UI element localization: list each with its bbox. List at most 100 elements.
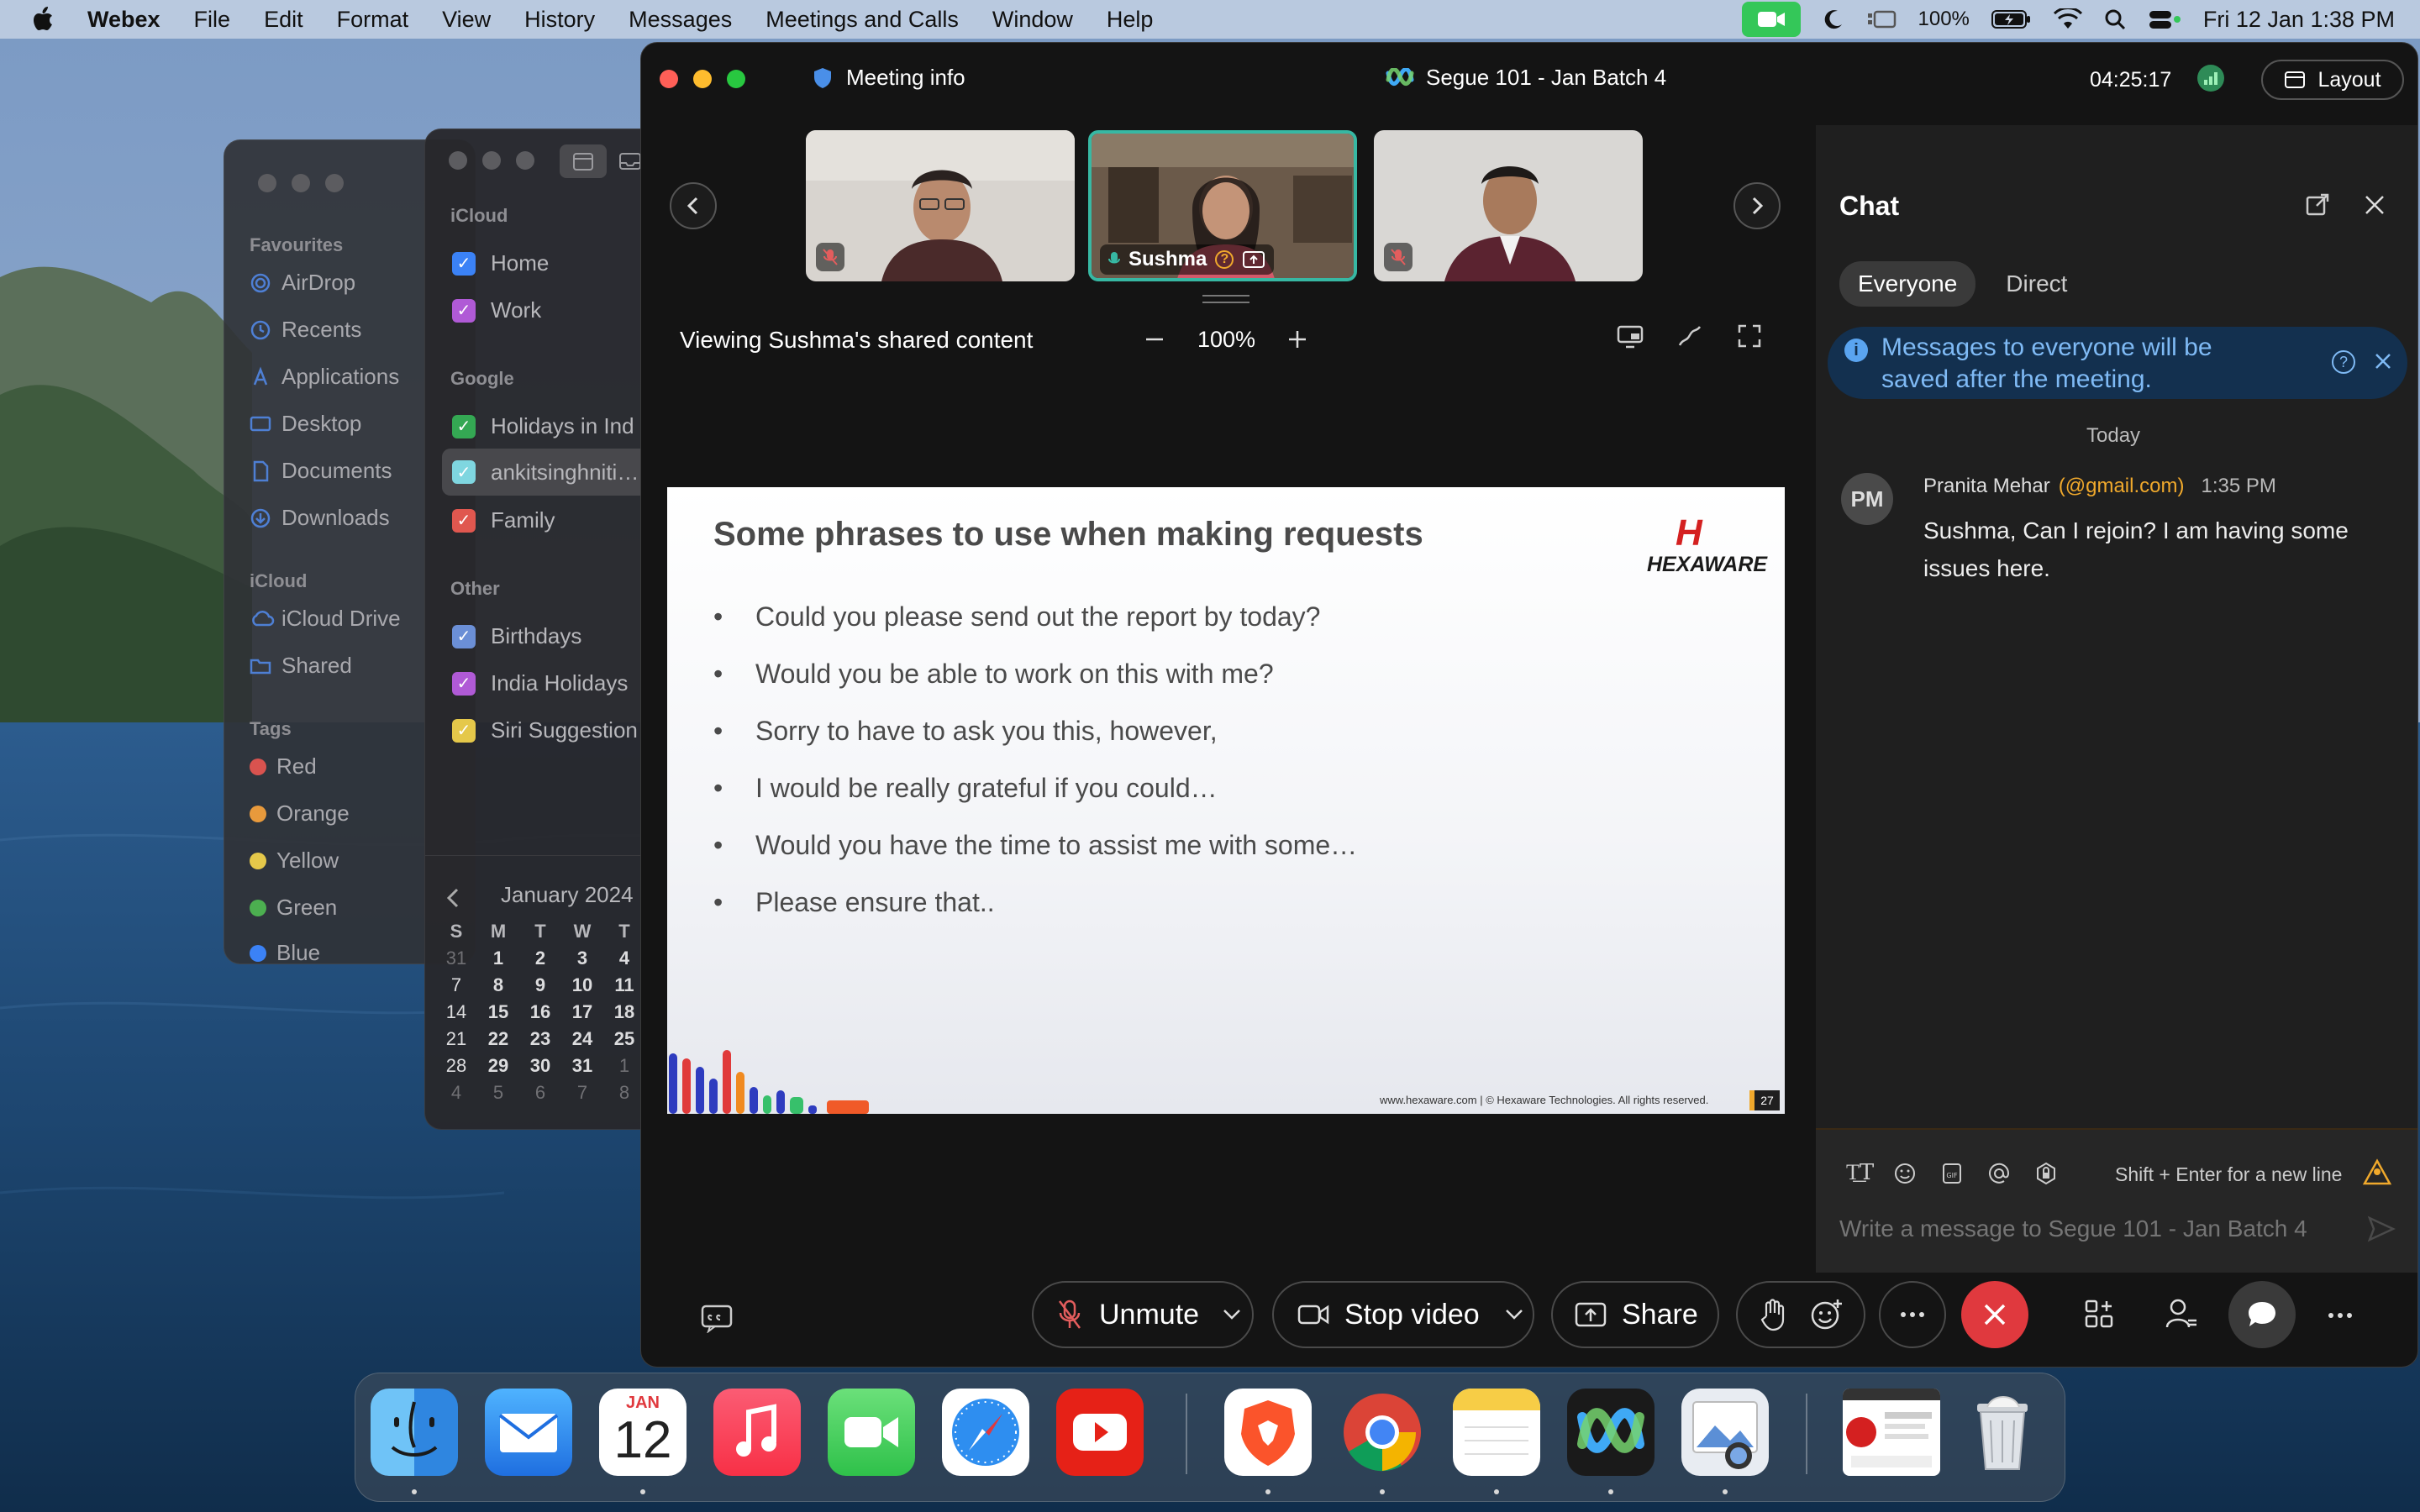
leave-meeting-button[interactable] [1961,1281,2028,1348]
checkbox-checked-icon[interactable]: ✓ [452,298,476,323]
mini-calendar-day[interactable]: 24 [561,1028,603,1050]
close-button[interactable] [449,151,467,170]
stop-video-button[interactable]: Stop video [1272,1281,1534,1348]
menu-file[interactable]: File [177,7,248,33]
menu-history[interactable]: History [508,7,612,33]
checkbox-checked-icon[interactable]: ✓ [452,508,476,533]
menu-window[interactable]: Window [976,7,1090,33]
finder-item-applications[interactable]: Applications [250,364,399,390]
checkbox-checked-icon[interactable]: ✓ [452,460,476,484]
unmute-button[interactable]: Unmute [1032,1281,1254,1348]
mini-calendar-day[interactable]: 31 [561,1055,603,1077]
menu-help[interactable]: Help [1090,7,1171,33]
trash-icon[interactable] [1959,1389,2046,1476]
next-participants-button[interactable] [1733,182,1781,229]
zoom-button[interactable] [325,174,344,192]
calendar-item-siri-suggestions[interactable]: ✓ Siri Suggestion [452,717,638,743]
mini-calendar-day[interactable]: 2 [519,948,561,969]
mini-calendar-day[interactable]: 7 [561,1082,603,1104]
control-center-icon[interactable] [2148,8,2181,30]
mini-calendar-day[interactable]: 25 [603,1028,645,1050]
menu-meetings-and-calls[interactable]: Meetings and Calls [749,7,976,33]
mini-calendar-day[interactable]: 30 [519,1055,561,1077]
close-button[interactable] [258,174,276,192]
private-message-icon[interactable] [2034,1162,2058,1185]
finder-app-icon[interactable] [371,1389,458,1476]
minimize-button[interactable] [292,174,310,192]
participant-video-tile[interactable] [1374,130,1643,281]
chevron-down-icon[interactable] [1505,1309,1523,1320]
resize-handle[interactable] [1202,295,1249,303]
tab-direct[interactable]: Direct [1987,261,2086,307]
calendar-item-family[interactable]: ✓ Family [452,507,555,533]
menubar-clock[interactable]: Fri 12 Jan 1:38 PM [2203,7,2395,33]
chat-message[interactable]: PM Pranita Mehar (@gmail.com) 1:35 PM Su… [1816,470,2417,596]
help-icon[interactable]: ? [2332,350,2355,374]
layout-button[interactable]: Layout [2261,60,2404,100]
finder-item-desktop[interactable]: Desktop [250,411,361,437]
participant-video-tile-active[interactable]: Sushma ? [1088,130,1357,281]
mini-calendar-day[interactable]: 18 [603,1001,645,1023]
close-chat-icon[interactable] [2364,194,2386,216]
chevron-down-icon[interactable] [1223,1309,1241,1320]
mini-calendar-day[interactable]: 1 [603,1055,645,1077]
mini-calendar-day[interactable]: 23 [519,1028,561,1050]
notes-app-icon[interactable] [1453,1389,1540,1476]
finder-tag-green[interactable]: Green [250,895,337,921]
mini-calendar-day[interactable]: 16 [519,1001,561,1023]
share-button[interactable]: Share [1551,1281,1719,1348]
calendar-item-holidays-india[interactable]: ✓ Holidays in Ind [452,413,634,439]
mini-calendar-day[interactable]: 17 [561,1001,603,1023]
close-button[interactable] [660,70,678,88]
mini-calendar-day[interactable]: 5 [477,1082,519,1104]
mini-calendar-day[interactable]: 11 [603,974,645,996]
meeting-info-button[interactable]: Meeting info [813,65,965,91]
finder-item-documents[interactable]: Documents [250,458,392,484]
pop-out-chat-icon[interactable] [2305,192,2330,218]
music-app-icon[interactable] [713,1389,801,1476]
finder-tag-red[interactable]: Red [250,753,317,780]
calendar-item-home[interactable]: ✓ Home [452,250,549,276]
emoji-icon[interactable] [1893,1162,1917,1185]
webex-app-icon[interactable] [1567,1389,1655,1476]
mini-calendar-day[interactable]: 7 [435,974,477,996]
finder-tag-orange[interactable]: Orange [250,801,350,827]
mini-calendar-day[interactable]: 21 [435,1028,477,1050]
mail-app-icon[interactable] [485,1389,572,1476]
mini-calendar-day[interactable]: 4 [603,948,645,969]
fullscreen-icon[interactable] [1737,323,1762,349]
mini-calendar-day[interactable]: 4 [435,1082,477,1104]
menu-edit[interactable]: Edit [247,7,320,33]
more-options-button[interactable] [1879,1281,1946,1348]
zoom-button[interactable] [727,70,745,88]
checkbox-checked-icon[interactable]: ✓ [452,671,476,696]
menu-messages[interactable]: Messages [612,7,749,33]
send-icon[interactable] [2367,1215,2396,1242]
finder-tag-yellow[interactable]: Yellow [250,848,339,874]
finder-item-icloud-drive[interactable]: iCloud Drive [250,606,401,632]
mention-icon[interactable] [1987,1162,2011,1185]
brave-browser-icon[interactable] [1224,1389,1312,1476]
app-menu-webex[interactable]: Webex [71,7,177,33]
chat-message-input[interactable] [1839,1205,2344,1252]
calendar-list-icon[interactable] [560,144,607,178]
apple-menu-icon[interactable] [0,7,71,32]
facetime-status-icon[interactable] [1741,2,1801,37]
chat-toggle-button[interactable] [2228,1281,2296,1348]
participants-icon[interactable] [2165,1297,2198,1331]
more-icon[interactable] [2328,1312,2353,1319]
pop-out-share-icon[interactable] [1616,323,1644,350]
mini-calendar-day[interactable]: 10 [561,974,603,996]
mini-calendar-day[interactable]: 31 [435,948,477,969]
finder-item-downloads[interactable]: Downloads [250,505,390,531]
menu-format[interactable]: Format [320,7,426,33]
participant-video-tile[interactable] [806,130,1075,281]
checkbox-checked-icon[interactable]: ✓ [452,414,476,438]
mini-calendar-day[interactable]: 8 [477,974,519,996]
checkbox-checked-icon[interactable]: ✓ [452,624,476,648]
mini-calendar-day[interactable]: 6 [519,1082,561,1104]
mini-calendar-day[interactable]: 9 [519,974,561,996]
raise-hand-icon[interactable] [1760,1298,1786,1331]
safari-app-icon[interactable] [942,1389,1029,1476]
preview-app-icon[interactable] [1681,1389,1769,1476]
